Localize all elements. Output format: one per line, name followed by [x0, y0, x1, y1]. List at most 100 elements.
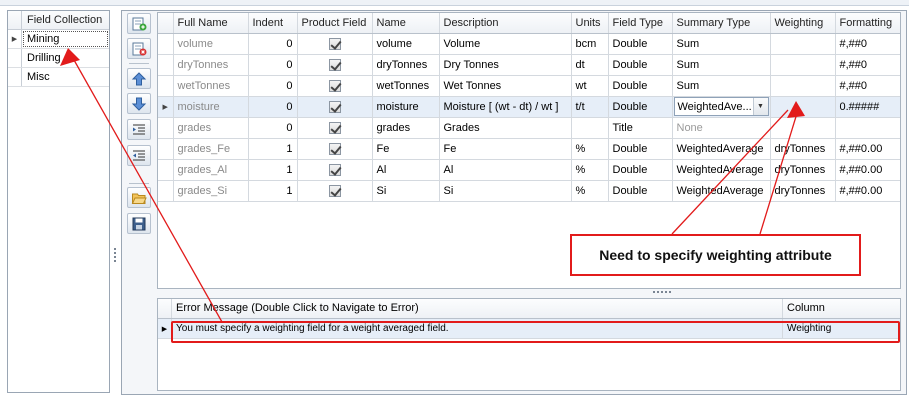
cell-formatting[interactable]: #,##0.00 — [835, 180, 900, 202]
cell-name[interactable]: Al — [372, 159, 440, 181]
cell-field-type[interactable]: Title — [608, 117, 673, 139]
summary-type-dropdown[interactable]: WeightedAve... ▼ — [673, 97, 769, 116]
cell-units[interactable]: % — [571, 180, 609, 202]
cell-weighting[interactable]: dryTonnes — [770, 180, 836, 202]
field-row[interactable]: grades 0 grades Grades Title None — [158, 117, 900, 139]
row-selector[interactable] — [158, 180, 174, 202]
error-grid[interactable]: Error Message (Double Click to Navigate … — [157, 298, 901, 391]
cell-field-type[interactable]: Double — [608, 33, 673, 55]
cell-description[interactable]: Moisture [ (wt - dt) / wt ] — [439, 96, 572, 118]
cell-field-type[interactable]: Double — [608, 54, 673, 76]
cell-units[interactable]: % — [571, 138, 609, 160]
column-header-product-field[interactable]: Product Field — [297, 13, 373, 34]
collection-item[interactable]: Misc — [8, 68, 109, 87]
column-header-field-type[interactable]: Field Type — [608, 13, 673, 34]
row-selector[interactable] — [158, 54, 174, 76]
cell-name[interactable]: dryTonnes — [372, 54, 440, 76]
cell-description[interactable]: Al — [439, 159, 572, 181]
cell-weighting[interactable] — [770, 75, 836, 97]
cell-description[interactable]: Si — [439, 180, 572, 202]
cell-units[interactable]: wt — [571, 75, 609, 97]
cell-full-name[interactable]: grades — [173, 117, 249, 139]
cell-units[interactable] — [571, 117, 609, 139]
cell-units[interactable]: t/t — [571, 96, 609, 118]
horizontal-splitter-grip[interactable] — [653, 291, 671, 293]
field-row[interactable]: dryTonnes 0 dryTonnes Dry Tonnes dt Double Sum… — [158, 54, 900, 76]
cell-indent[interactable]: 0 — [248, 96, 298, 118]
cell-description[interactable]: Grades — [439, 117, 572, 139]
column-header-formatting[interactable]: Formatting — [835, 13, 900, 34]
cell-weighting[interactable]: dryTonnes — [770, 159, 836, 181]
cell-indent[interactable]: 1 — [248, 138, 298, 160]
product-field-checkbox[interactable] — [328, 142, 341, 155]
indent-button[interactable] — [127, 119, 151, 140]
cell-summary-type[interactable]: WeightedAverage — [672, 138, 771, 160]
cell-summary-type[interactable]: WeightedAverage — [672, 159, 771, 181]
save-button[interactable] — [127, 213, 151, 234]
cell-weighting[interactable]: dryTonnes — [770, 138, 836, 160]
field-row[interactable]: grades_Al 1 Al Al% Double WeightedAverage dry… — [158, 159, 900, 181]
cell-indent[interactable]: 0 — [248, 75, 298, 97]
cell-name[interactable]: volume — [372, 33, 440, 55]
product-field-checkbox[interactable] — [328, 58, 341, 71]
cell-description[interactable]: Wet Tonnes — [439, 75, 572, 97]
cell-formatting[interactable] — [835, 117, 900, 139]
product-field-checkbox[interactable] — [328, 121, 341, 134]
cell-full-name[interactable]: moisture — [173, 96, 249, 118]
cell-summary-type[interactable]: Sum — [672, 75, 771, 97]
cell-product-field[interactable] — [297, 117, 373, 139]
cell-units[interactable]: bcm — [571, 33, 609, 55]
row-selector[interactable] — [158, 33, 174, 55]
product-field-checkbox[interactable] — [328, 184, 341, 197]
cell-indent[interactable]: 0 — [248, 117, 298, 139]
cell-description[interactable]: Volume — [439, 33, 572, 55]
cell-formatting[interactable]: #,##0.00 — [835, 159, 900, 181]
cell-units[interactable]: dt — [571, 54, 609, 76]
add-row-button[interactable] — [127, 13, 151, 34]
outdent-button[interactable] — [127, 145, 151, 166]
cell-weighting[interactable] — [770, 33, 836, 55]
cell-product-field[interactable] — [297, 96, 373, 118]
field-row[interactable]: grades_Si 1 Si Si% Double WeightedAverage dry… — [158, 180, 900, 202]
cell-name[interactable]: Si — [372, 180, 440, 202]
field-row[interactable]: grades_Fe 1 Fe Fe% Double WeightedAverage dry… — [158, 138, 900, 160]
cell-formatting[interactable]: #,##0 — [835, 75, 900, 97]
field-row[interactable]: volume 0 volume Volume bcm Double Sum #,##0 — [158, 33, 900, 55]
cell-indent[interactable]: 0 — [248, 54, 298, 76]
cell-formatting[interactable]: #,##0 — [835, 54, 900, 76]
cell-formatting[interactable]: #,##0 — [835, 33, 900, 55]
cell-name[interactable]: grades — [372, 117, 440, 139]
cell-product-field[interactable] — [297, 138, 373, 160]
field-row[interactable]: ▶ moisture 0 moisture Moisture [ (wt - dt) /… — [158, 96, 900, 118]
column-header-units[interactable]: Units — [571, 13, 609, 34]
cell-indent[interactable]: 1 — [248, 180, 298, 202]
cell-description[interactable]: Fe — [439, 138, 572, 160]
column-header-name[interactable]: Name — [372, 13, 440, 34]
cell-weighting[interactable] — [770, 54, 836, 76]
cell-field-type[interactable]: Double — [608, 159, 673, 181]
row-selector[interactable] — [158, 75, 174, 97]
row-indicator-icon[interactable]: ▶ — [158, 96, 174, 118]
cell-description[interactable]: Dry Tonnes — [439, 54, 572, 76]
cell-formatting[interactable]: 0.##### — [835, 96, 900, 118]
cell-full-name[interactable]: dryTonnes — [173, 54, 249, 76]
cell-full-name[interactable]: wetTonnes — [173, 75, 249, 97]
open-button[interactable] — [127, 187, 151, 208]
cell-product-field[interactable] — [297, 54, 373, 76]
cell-formatting[interactable]: #,##0.00 — [835, 138, 900, 160]
product-field-checkbox[interactable] — [328, 100, 341, 113]
cell-units[interactable]: % — [571, 159, 609, 181]
collection-item[interactable]: ▶ Mining — [8, 30, 109, 49]
column-header-description[interactable]: Description — [439, 13, 572, 34]
cell-indent[interactable]: 0 — [248, 33, 298, 55]
cell-indent[interactable]: 1 — [248, 159, 298, 181]
cell-weighting[interactable] — [770, 117, 836, 139]
column-header-error-message[interactable]: Error Message (Double Click to Navigate … — [172, 299, 783, 318]
cell-summary-type[interactable]: Sum — [672, 54, 771, 76]
cell-field-type[interactable]: Double — [608, 75, 673, 97]
cell-name[interactable]: wetTonnes — [372, 75, 440, 97]
cell-summary-type[interactable]: WeightedAve... ▼ — [672, 96, 771, 118]
collection-item[interactable]: Drilling — [8, 49, 109, 68]
column-header-column[interactable]: Column — [783, 299, 900, 318]
cell-product-field[interactable] — [297, 33, 373, 55]
